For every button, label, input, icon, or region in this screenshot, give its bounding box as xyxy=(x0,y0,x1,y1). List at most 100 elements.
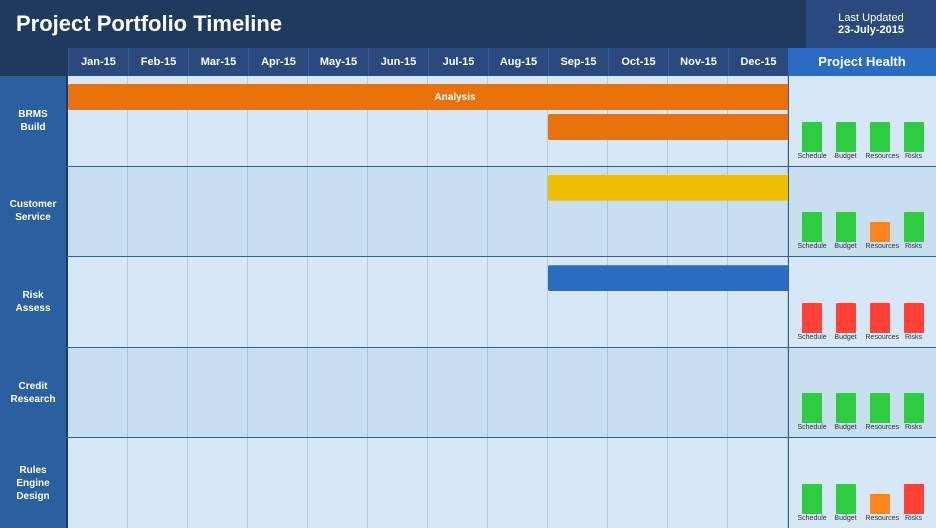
health-bar xyxy=(802,303,822,333)
health-bar xyxy=(836,122,856,152)
row-label: CreditResearch xyxy=(0,348,68,438)
project-row: BRMSBuildAnalysisDevelopmentQAUASchedule… xyxy=(0,76,936,167)
health-bar-group: Budget xyxy=(832,303,860,341)
page-title: Project Portfolio Timeline xyxy=(0,11,806,37)
health-bar-group: Risks xyxy=(900,212,928,250)
row-label: RulesEngineDesign xyxy=(0,438,68,528)
health-bar-group: Budget xyxy=(832,393,860,431)
health-bar-label: Resources xyxy=(866,515,894,522)
health-bar-group: Schedule xyxy=(798,303,826,341)
health-bar-group: Schedule xyxy=(798,484,826,522)
grid-lines xyxy=(68,438,788,528)
health-bar-label: Schedule xyxy=(798,153,826,160)
health-bar-label: Resources xyxy=(866,153,894,160)
health-bar-label: Schedule xyxy=(798,424,826,431)
month-cell: Oct-15 xyxy=(608,48,668,76)
health-bar xyxy=(836,393,856,423)
health-bar-group: Resources xyxy=(866,303,894,341)
timeline-area: AnalysisDevelopmentQAUA xyxy=(68,76,788,166)
header: Project Portfolio Timeline Last Updated … xyxy=(0,0,936,48)
health-bar-chart: Schedule Budget Resources Risks xyxy=(793,484,932,524)
health-bar-label: Risks xyxy=(900,424,928,431)
health-bar-group: Schedule xyxy=(798,393,826,431)
project-row: RiskAssessRisk Assessment PlanPrepare Ri… xyxy=(0,257,936,348)
project-row: RulesEngineDesignUnderstand Architecture… xyxy=(0,438,936,528)
month-cell: Aug-15 xyxy=(488,48,548,76)
gantt-bar: Analysis xyxy=(68,84,788,110)
health-bar-group: Budget xyxy=(832,484,860,522)
health-bar xyxy=(802,484,822,514)
gantt-bar: Development xyxy=(548,114,788,140)
health-bar-label: Schedule xyxy=(798,334,826,341)
health-bar-chart: Schedule Budget Resources Risks xyxy=(793,212,932,252)
last-updated-label: Last Updated xyxy=(838,12,903,24)
health-bar-label: Schedule xyxy=(798,515,826,522)
health-bar-group: Risks xyxy=(900,303,928,341)
gantt-bar: Risk Assessment Plan xyxy=(548,265,788,291)
gantt-bar: Requirement Gathering xyxy=(548,175,788,201)
app-container: Project Portfolio Timeline Last Updated … xyxy=(0,0,936,528)
health-bar-chart: Schedule Budget ResourcesRisks xyxy=(793,303,932,343)
last-updated-date: 23-July-2015 xyxy=(838,24,904,36)
health-bar xyxy=(904,393,924,423)
health-bar xyxy=(904,303,924,333)
health-bar-group: Risks xyxy=(900,122,928,160)
health-bar-label: Risks xyxy=(900,515,928,522)
month-cell: Mar-15 xyxy=(188,48,248,76)
month-cell: Apr-15 xyxy=(248,48,308,76)
health-bar-label: Budget xyxy=(832,334,860,341)
health-bar-group: Resources xyxy=(866,122,894,160)
health-bar-label: Resources xyxy=(866,243,894,250)
health-bar-group: Risks xyxy=(900,393,928,431)
months-container: Jan-15Feb-15Mar-15Apr-15May-15Jun-15Jul-… xyxy=(68,48,788,76)
health-bar-group: Resources xyxy=(866,222,894,250)
timeline-area: Risk Assessment PlanPrepare Risk MatrixP… xyxy=(68,257,788,347)
month-cell: Sep-15 xyxy=(548,48,608,76)
health-area: Schedule Budget ResourcesRisks xyxy=(788,257,936,347)
grid-lines xyxy=(68,348,788,438)
health-header: Project Health xyxy=(788,48,936,76)
month-cell: Feb-15 xyxy=(128,48,188,76)
row-label-spacer xyxy=(0,48,68,76)
health-bar xyxy=(904,212,924,242)
month-cell: Jul-15 xyxy=(428,48,488,76)
health-bar xyxy=(870,222,890,242)
row-label: CustomerService xyxy=(0,167,68,257)
health-bar-label: Budget xyxy=(832,424,860,431)
timeline-area: Understand ArchitectureCreate Design Doc… xyxy=(68,438,788,528)
health-bar-label: Schedule xyxy=(798,243,826,250)
row-label: BRMSBuild xyxy=(0,76,68,166)
health-bar xyxy=(904,484,924,514)
month-cell: Jun-15 xyxy=(368,48,428,76)
health-bar xyxy=(870,303,890,333)
health-bar-group: Budget xyxy=(832,212,860,250)
timeline-area: Gap AnalysisDraft Geo Analysis ReportCon… xyxy=(68,348,788,438)
project-rows: BRMSBuildAnalysisDevelopmentQAUASchedule… xyxy=(0,76,936,528)
health-bar xyxy=(802,393,822,423)
health-area: Schedule Budget Resources Risks xyxy=(788,167,936,257)
health-bar-label: Risks xyxy=(900,243,928,250)
health-bar xyxy=(836,212,856,242)
health-bar-label: Risks xyxy=(900,153,928,160)
month-cell: Nov-15 xyxy=(668,48,728,76)
health-bar-label: Budget xyxy=(832,515,860,522)
health-bar-group: Schedule xyxy=(798,122,826,160)
row-label: RiskAssess xyxy=(0,257,68,347)
health-bar xyxy=(802,122,822,152)
health-bar-group: Resources xyxy=(866,393,894,431)
health-bar xyxy=(904,122,924,152)
health-bar-group: Schedule xyxy=(798,212,826,250)
health-bar xyxy=(870,122,890,152)
health-bar xyxy=(836,303,856,333)
health-area: Schedule Budget Resources Risks xyxy=(788,438,936,528)
health-bar-label: Resources xyxy=(866,424,894,431)
project-row: CreditResearchGap AnalysisDraft Geo Anal… xyxy=(0,348,936,439)
last-updated: Last Updated 23-July-2015 xyxy=(806,0,936,48)
health-bar-group: Resources xyxy=(866,494,894,522)
health-bar-label: Budget xyxy=(832,243,860,250)
health-bar xyxy=(870,494,890,514)
health-bar-group: Risks xyxy=(900,484,928,522)
health-bar-label: Budget xyxy=(832,153,860,160)
month-cell: Jan-15 xyxy=(68,48,128,76)
timeline-area: Requirement GatheringBuild xyxy=(68,167,788,257)
